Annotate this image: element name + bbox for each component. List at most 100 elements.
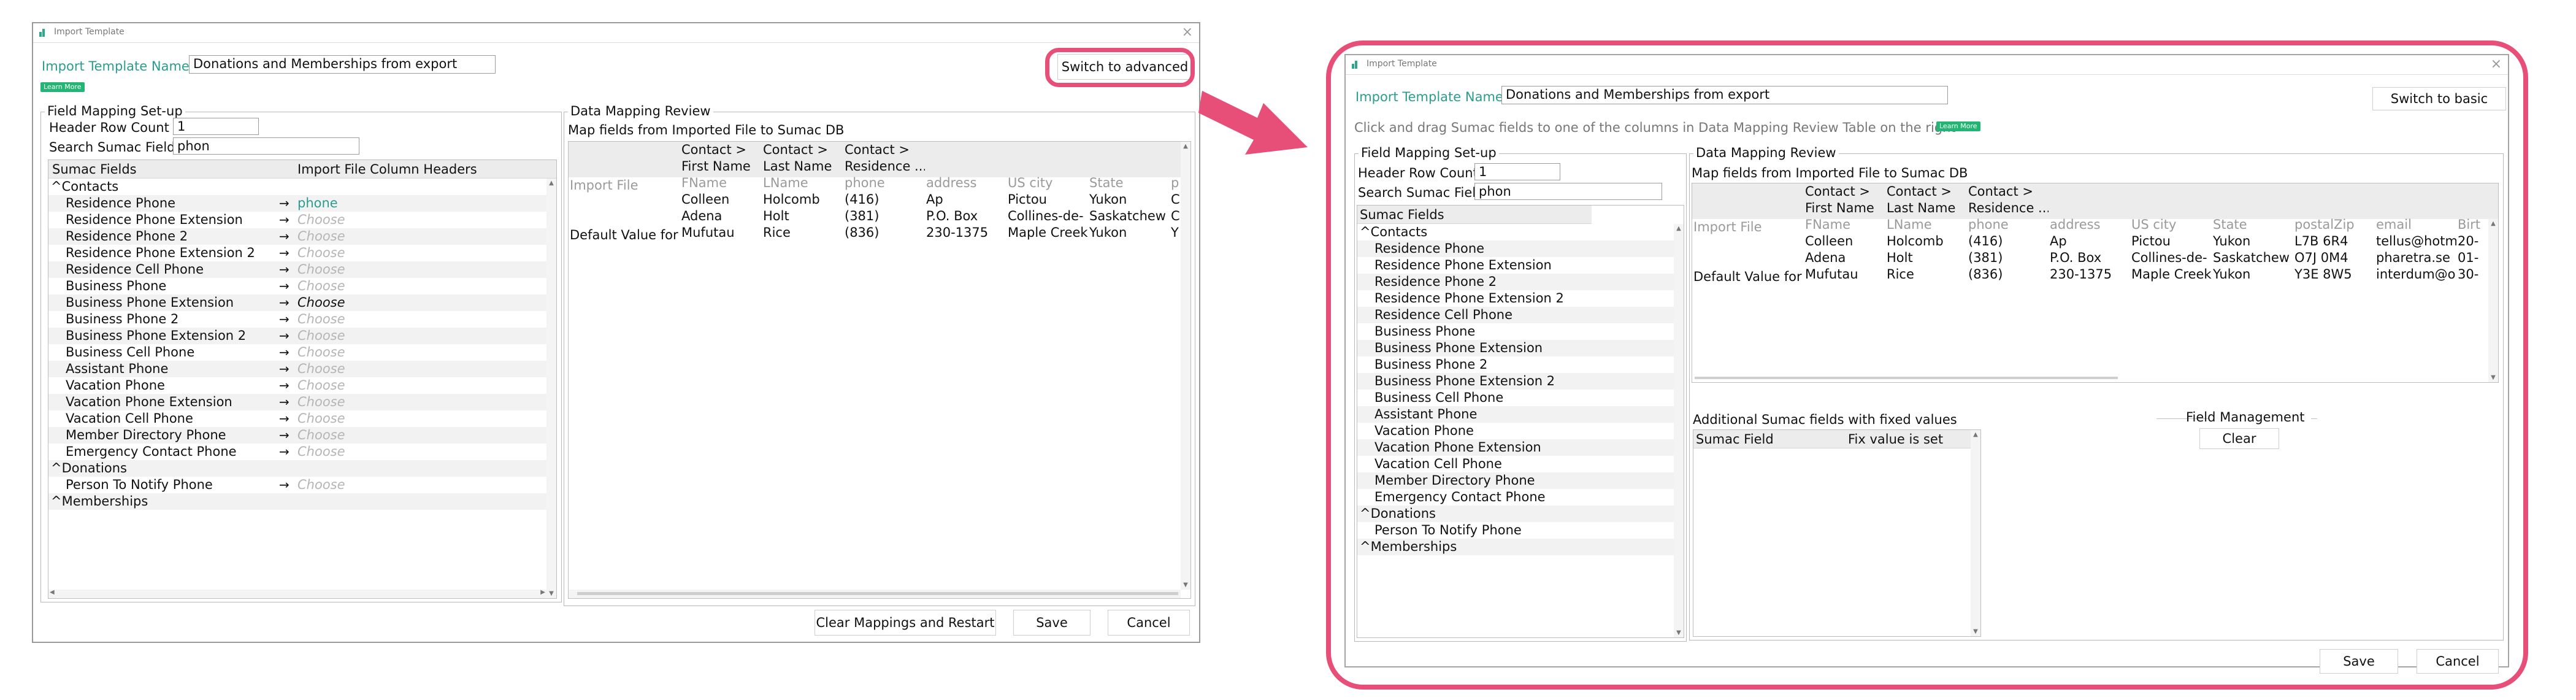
column-header-chooser[interactable]: phone <box>297 196 338 210</box>
column-header-chooser[interactable]: Choose <box>297 245 345 260</box>
mapping-column[interactable]: Contact > Last Name LName Holcomb Holt Rice <box>1887 183 1967 283</box>
learn-more-badge[interactable]: Learn More <box>40 82 85 92</box>
before-cancel-button[interactable]: Cancel <box>1108 610 1190 636</box>
mapping-column[interactable]: Contact > Last Name LName Holcomb Holt Rice <box>763 142 843 241</box>
field-row[interactable]: Business Cell Phone → Choose <box>48 344 556 361</box>
mapping-column[interactable]: address Ap P.O. Box 230-1375 <box>926 142 1006 241</box>
field-row[interactable]: Residence Phone <box>1357 240 1684 257</box>
switch-to-advanced-button[interactable]: Switch to advanced <box>1057 54 1192 80</box>
mapping-column[interactable]: Contact > Residence ... phone (416) (381) (83… <box>1968 183 2049 283</box>
clear-mappings-button[interactable]: Clear Mappings and Restart <box>815 610 996 636</box>
field-row[interactable]: Assistant Phone <box>1357 406 1684 423</box>
field-row[interactable]: Residence Phone 2 → Choose <box>48 228 556 245</box>
field-row[interactable]: Business Phone 2 <box>1357 356 1684 373</box>
field-row[interactable]: Vacation Cell Phone → Choose <box>48 410 556 427</box>
field-row[interactable]: Assistant Phone → Choose <box>48 361 556 377</box>
field-row[interactable]: Person To Notify Phone <box>1357 522 1684 539</box>
column-header-chooser[interactable]: Choose <box>297 378 345 393</box>
search-sumac-field-input[interactable]: phon <box>173 137 359 155</box>
after-cancel-button[interactable]: Cancel <box>2417 649 2499 674</box>
mapping-column[interactable]: US city Pictou Collines-de- Maple Creek <box>2131 183 2212 283</box>
field-row[interactable]: Vacation Cell Phone <box>1357 456 1684 472</box>
column-header-chooser[interactable]: Choose <box>297 295 345 310</box>
field-row[interactable]: Residence Cell Phone <box>1357 307 1684 323</box>
column-header-chooser[interactable]: Choose <box>297 394 345 409</box>
header-row-count-input[interactable]: 1 <box>1474 163 1560 180</box>
field-row[interactable]: Emergency Contact Phone <box>1357 489 1684 506</box>
mapping-column[interactable]: postalZip L7B 6R4 O7J 0M4 Y3E 8W5 <box>2294 183 2375 283</box>
column-header-chooser[interactable]: Choose <box>297 361 345 376</box>
field-row[interactable]: Vacation Phone Extension <box>1357 439 1684 456</box>
mapping-column[interactable]: Contact > First Name FName Colleen Adena Mufu… <box>1805 183 1885 283</box>
template-name-input[interactable]: Donations and Memberships from export <box>1501 86 1948 104</box>
field-group-header[interactable]: ^Contacts <box>48 179 556 195</box>
column-header-chooser[interactable]: Choose <box>297 428 345 442</box>
before-save-button[interactable]: Save <box>1013 610 1091 636</box>
mapping-column[interactable]: State Yukon Saskatchew Yukon <box>1089 142 1170 241</box>
column-header-chooser[interactable]: Choose <box>297 411 345 426</box>
after-save-button[interactable]: Save <box>2320 649 2398 674</box>
column-header-chooser[interactable]: Choose <box>297 444 345 459</box>
field-group-header[interactable]: ^Donations <box>1357 506 1684 522</box>
review-vertical-scrollbar[interactable]: ▲ ▼ <box>1181 142 1190 590</box>
field-row[interactable]: Residence Phone → phone <box>48 195 556 212</box>
clear-button[interactable]: Clear <box>2199 428 2279 449</box>
fields-vertical-scrollbar[interactable]: ▲ ▼ <box>1674 224 1684 637</box>
additional-vertical-scrollbar[interactable]: ▲ ▼ <box>1971 430 1980 636</box>
field-row[interactable]: Business Phone Extension 2 <box>1357 373 1684 390</box>
mapping-column[interactable]: US city Pictou Collines-de- Maple Creek <box>1008 142 1088 241</box>
field-row[interactable]: Residence Phone Extension → Choose <box>48 212 556 228</box>
header-row-count-input[interactable]: 1 <box>173 118 259 135</box>
fields-horizontal-scrollbar[interactable]: ◀ ▶ <box>48 589 546 598</box>
field-group-header[interactable]: ^Donations <box>48 460 556 477</box>
switch-to-basic-button[interactable]: Switch to basic <box>2372 87 2506 110</box>
field-row[interactable]: Emergency Contact Phone → Choose <box>48 444 556 460</box>
field-row[interactable]: Person To Notify Phone → Choose <box>48 477 556 493</box>
mapping-column[interactable]: State Yukon Saskatchew Yukon <box>2213 183 2293 283</box>
review-horizontal-scrollbar[interactable] <box>569 590 1181 598</box>
mapping-column[interactable]: Contact > First Name FName Colleen Adena Mufu… <box>681 142 762 241</box>
field-row[interactable]: Business Phone Extension <box>1357 340 1684 356</box>
field-row[interactable]: Residence Phone 2 <box>1357 274 1684 290</box>
field-row[interactable]: Member Directory Phone → Choose <box>48 427 556 444</box>
before-titlebar: Import Template × <box>33 23 1199 43</box>
field-group-header[interactable]: ^Memberships <box>1357 539 1684 555</box>
field-row[interactable]: Residence Phone Extension <box>1357 257 1684 274</box>
field-row[interactable]: Vacation Phone <box>1357 423 1684 439</box>
mapping-column[interactable]: address Ap P.O. Box 230-1375 <box>2050 183 2130 283</box>
column-header-chooser[interactable]: Choose <box>297 279 345 293</box>
column-header-chooser[interactable]: Choose <box>297 328 345 343</box>
field-row[interactable]: Residence Phone Extension 2 <box>1357 290 1684 307</box>
field-row[interactable]: Residence Cell Phone → Choose <box>48 261 556 278</box>
template-name-input[interactable]: Donations and Memberships from export <box>189 55 496 74</box>
review-vertical-scrollbar[interactable]: ▲ ▼ <box>2488 219 2498 382</box>
column-header-chooser[interactable]: Choose <box>297 477 345 492</box>
field-group-header[interactable]: ^Memberships <box>48 493 556 510</box>
search-sumac-field-input[interactable]: phon <box>1474 183 1662 200</box>
field-row[interactable]: Member Directory Phone <box>1357 472 1684 489</box>
learn-more-badge[interactable]: Learn More <box>1936 121 1980 131</box>
field-row[interactable]: Business Phone → Choose <box>48 278 556 294</box>
close-icon[interactable]: × <box>1182 25 1193 40</box>
field-row[interactable]: Vacation Phone → Choose <box>48 377 556 394</box>
column-header-chooser[interactable]: Choose <box>297 212 345 227</box>
column-header-chooser[interactable]: Choose <box>297 262 345 277</box>
field-row[interactable]: Residence Phone Extension 2 → Choose <box>48 245 556 261</box>
field-group-header[interactable]: ^Contacts <box>1357 224 1684 240</box>
mapping-row-labels: Import File Default Value for <box>1693 219 1804 285</box>
field-row[interactable]: Business Phone 2 → Choose <box>48 311 556 328</box>
fields-vertical-scrollbar[interactable]: ▲ ▼ <box>546 179 556 598</box>
mapping-column[interactable]: Contact > Residence ... phone (416) (381) (83… <box>845 142 925 241</box>
field-row[interactable]: Vacation Phone Extension → Choose <box>48 394 556 410</box>
field-name: Vacation Cell Phone <box>66 411 193 426</box>
field-row[interactable]: Business Phone Extension 2 → Choose <box>48 328 556 344</box>
field-row[interactable]: Business Phone Extension → Choose <box>48 294 556 311</box>
field-row[interactable]: Business Phone <box>1357 323 1684 340</box>
review-horizontal-scrollbar[interactable] <box>1692 374 2488 382</box>
column-header-chooser[interactable]: Choose <box>297 229 345 244</box>
close-icon[interactable]: × <box>2491 56 2502 72</box>
mapping-column[interactable]: email tellus@hotm pharetra.se interdum@o <box>2376 183 2456 283</box>
column-header-chooser[interactable]: Choose <box>297 312 345 326</box>
field-row[interactable]: Business Cell Phone <box>1357 390 1684 406</box>
column-header-chooser[interactable]: Choose <box>297 345 345 360</box>
